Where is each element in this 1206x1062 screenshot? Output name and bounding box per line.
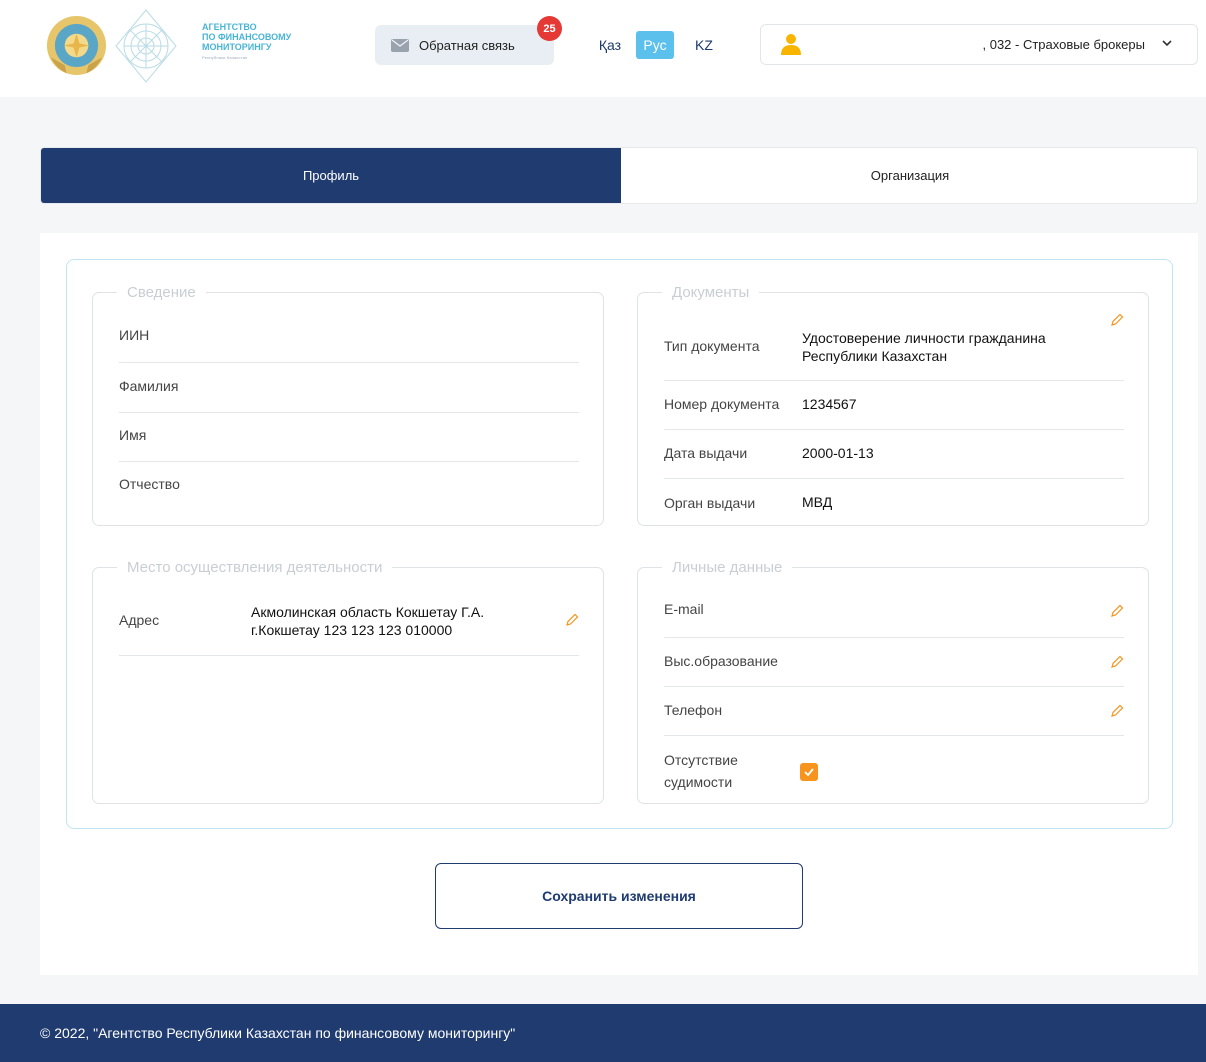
no-criminal-record-label: Отсутствие судимости — [664, 749, 738, 793]
tab-organization[interactable]: Организация — [621, 148, 1197, 203]
info-section: Сведение ИИН Фамилия Имя Отчество — [92, 284, 604, 526]
activity-legend: Место осуществления деятельности — [127, 559, 383, 576]
user-name: , 032 - Страховые брокеры — [982, 37, 1146, 52]
address-label: Адрес — [119, 612, 160, 628]
language-kaz[interactable]: Қаз — [592, 31, 628, 59]
agency-name-line1: Агентство — [202, 22, 257, 32]
doc-date-label: Дата выдачи — [664, 445, 748, 461]
patronymic-row: Отчество — [119, 462, 579, 502]
feedback-count-badge: 25 — [537, 16, 562, 41]
main-content: Сведение ИИН Фамилия Имя Отчество Докуме… — [40, 233, 1198, 975]
doc-type-value: Удостоверение личности гражданина Респуб… — [802, 329, 1046, 365]
address-row: Адрес Акмолинская область Кокшетау Г.А. … — [119, 590, 579, 656]
doc-issuer-row: Орган выдачи МВД — [664, 479, 1124, 519]
personal-legend: Личные данные — [672, 559, 783, 576]
iin-row: ИИН — [119, 315, 579, 363]
header: Агентство по финансовому мониторингу Рес… — [0, 0, 1206, 97]
mail-icon — [391, 38, 409, 52]
edit-phone-pencil-icon[interactable] — [1110, 704, 1124, 718]
documents-legend: Документы — [672, 284, 750, 301]
footer: © 2022, "Агентство Республики Казахстан … — [0, 1004, 1206, 1062]
name-label: Имя — [119, 427, 147, 443]
feedback-button[interactable]: Обратная связь — [375, 25, 554, 65]
doc-type-label: Тип документа — [664, 338, 760, 354]
agency-logo-icon — [115, 9, 177, 83]
personal-section: Личные данные E-mail Выс.образование Тел… — [637, 559, 1149, 804]
profile-tabs: Профиль Организация — [40, 147, 1198, 204]
doc-date-row: Дата выдачи 2000-01-13 — [664, 430, 1124, 479]
phone-label: Телефон — [664, 702, 723, 718]
activity-section: Место осуществления деятельности Адрес А… — [92, 559, 604, 804]
info-legend: Сведение — [127, 284, 196, 301]
agency-name-line2: по финансовому — [202, 32, 292, 42]
state-emblem-icon — [46, 15, 107, 76]
chevron-down-icon — [1162, 40, 1172, 47]
doc-number-label: Номер документа — [664, 396, 780, 412]
agency-name: Агентство по финансовому мониторингу — [202, 22, 291, 52]
no-criminal-record-checkbox[interactable] — [800, 763, 818, 781]
tab-profile[interactable]: Профиль — [41, 148, 621, 203]
doc-date-value: 2000-01-13 — [802, 445, 874, 461]
patronymic-label: Отчество — [119, 476, 180, 492]
surname-label: Фамилия — [119, 378, 179, 394]
address-value-line1: Акмолинская область Кокшетау Г.А. — [251, 604, 485, 620]
doc-type-value-line2: Республики Казахстан — [802, 348, 948, 364]
save-changes-button[interactable]: Сохранить изменения — [435, 863, 803, 929]
edit-address-pencil-icon[interactable] — [565, 613, 579, 627]
doc-issuer-value: МВД — [802, 494, 833, 510]
iin-label: ИИН — [119, 327, 150, 343]
doc-number-value: 1234567 — [802, 396, 857, 412]
agency-logo: Агентство по финансовому мониторингу Рес… — [114, 8, 314, 84]
doc-type-value-line1: Удостоверение личности гражданина — [802, 330, 1046, 346]
surname-row: Фамилия — [119, 363, 579, 413]
user-menu-dropdown[interactable]: , 032 - Страховые брокеры — [760, 24, 1198, 65]
edit-email-pencil-icon[interactable] — [1110, 604, 1124, 618]
agency-name-line3: мониторингу — [202, 42, 272, 52]
feedback-label: Обратная связь — [419, 37, 515, 53]
phone-row: Телефон — [664, 687, 1124, 736]
education-label: Выс.образование — [664, 653, 778, 669]
language-rus[interactable]: Рус — [636, 31, 674, 59]
address-value: Акмолинская область Кокшетау Г.А. г.Кокш… — [251, 603, 484, 639]
user-icon — [781, 34, 801, 55]
footer-copyright: © 2022, "Агентство Республики Казахстан … — [40, 1025, 516, 1041]
address-value-line2: г.Кокшетау 123 123 123 010000 — [251, 622, 453, 638]
no-criminal-record-label-line1: Отсутствие — [664, 752, 738, 768]
agency-subtitle: Республики Казахстан — [202, 55, 248, 60]
name-row: Имя — [119, 413, 579, 462]
profile-form: Сведение ИИН Фамилия Имя Отчество Докуме… — [66, 259, 1173, 829]
no-criminal-record-label-line2: судимости — [664, 774, 733, 790]
doc-type-row: Тип документа Удостоверение личности гра… — [664, 315, 1124, 381]
doc-number-row: Номер документа 1234567 — [664, 381, 1124, 430]
no-criminal-record-row: Отсутствие судимости — [664, 736, 1124, 798]
language-kz[interactable]: KZ — [686, 31, 722, 59]
email-row: E-mail — [664, 586, 1124, 638]
education-row: Выс.образование — [664, 638, 1124, 687]
edit-education-pencil-icon[interactable] — [1110, 655, 1124, 669]
documents-section: Документы Тип документа Удостоверение ли… — [637, 284, 1149, 526]
checkmark-icon — [804, 768, 814, 777]
email-label: E-mail — [664, 601, 704, 617]
doc-issuer-label: Орган выдачи — [664, 495, 756, 511]
